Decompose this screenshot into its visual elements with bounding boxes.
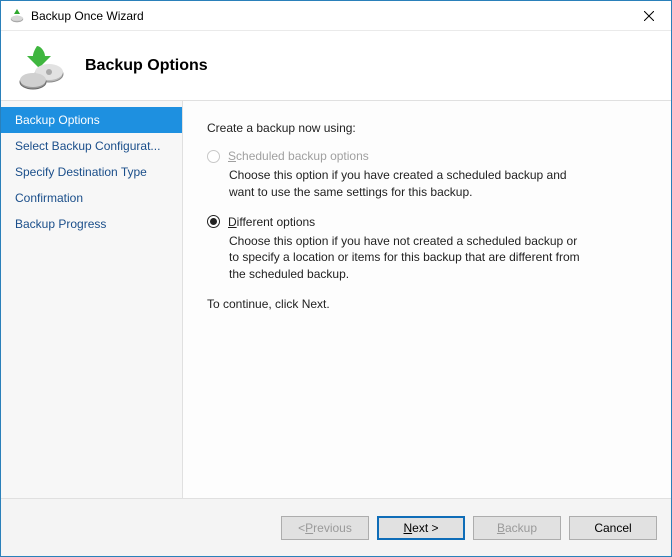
titlebar: Backup Once Wizard [1, 1, 671, 31]
page-title: Backup Options [85, 57, 208, 75]
app-icon [9, 8, 25, 24]
sidebar-item-label: Specify Destination Type [15, 165, 147, 179]
prompt-text: Create a backup now using: [207, 121, 647, 135]
window-title: Backup Once Wizard [31, 9, 626, 23]
option-scheduled: Scheduled backup options [207, 149, 647, 163]
wizard-footer: < Previous Next > Backup Cancel [1, 498, 671, 556]
sidebar-item-backup-options[interactable]: Backup Options [1, 107, 182, 133]
option-different-desc: Choose this option if you have not creat… [229, 233, 589, 283]
sidebar-item-confirmation[interactable]: Confirmation [1, 185, 182, 211]
sidebar-item-label: Confirmation [15, 191, 83, 205]
sidebar-item-select-backup-config[interactable]: Select Backup Configurat... [1, 133, 182, 159]
wizard-header: Backup Options [1, 31, 671, 101]
backup-button: Backup [473, 516, 561, 540]
cancel-button[interactable]: Cancel [569, 516, 657, 540]
wizard-window: Backup Once Wizard Backup Options Backup [0, 0, 672, 557]
sidebar-item-backup-progress[interactable]: Backup Progress [1, 211, 182, 237]
wizard-body: Backup Options Select Backup Configurat.… [1, 101, 671, 498]
sidebar-item-label: Select Backup Configurat... [15, 139, 160, 153]
radio-dot-icon [210, 218, 217, 225]
option-different[interactable]: Different options [207, 215, 647, 229]
option-scheduled-desc: Choose this option if you have created a… [229, 167, 589, 201]
radio-different[interactable] [207, 215, 220, 228]
close-button[interactable] [626, 1, 671, 30]
sidebar-item-label: Backup Progress [15, 217, 106, 231]
previous-button: < Previous [281, 516, 369, 540]
sidebar-item-label: Backup Options [15, 113, 100, 127]
option-scheduled-label: Scheduled backup options [228, 149, 369, 163]
sidebar-item-specify-destination[interactable]: Specify Destination Type [1, 159, 182, 185]
backup-icon [17, 42, 65, 90]
option-different-label: Different options [228, 215, 315, 229]
next-button[interactable]: Next > [377, 516, 465, 540]
continue-text: To continue, click Next. [207, 297, 647, 311]
wizard-sidebar: Backup Options Select Backup Configurat.… [1, 101, 183, 498]
radio-scheduled [207, 150, 220, 163]
wizard-content: Create a backup now using: Scheduled bac… [183, 101, 671, 498]
